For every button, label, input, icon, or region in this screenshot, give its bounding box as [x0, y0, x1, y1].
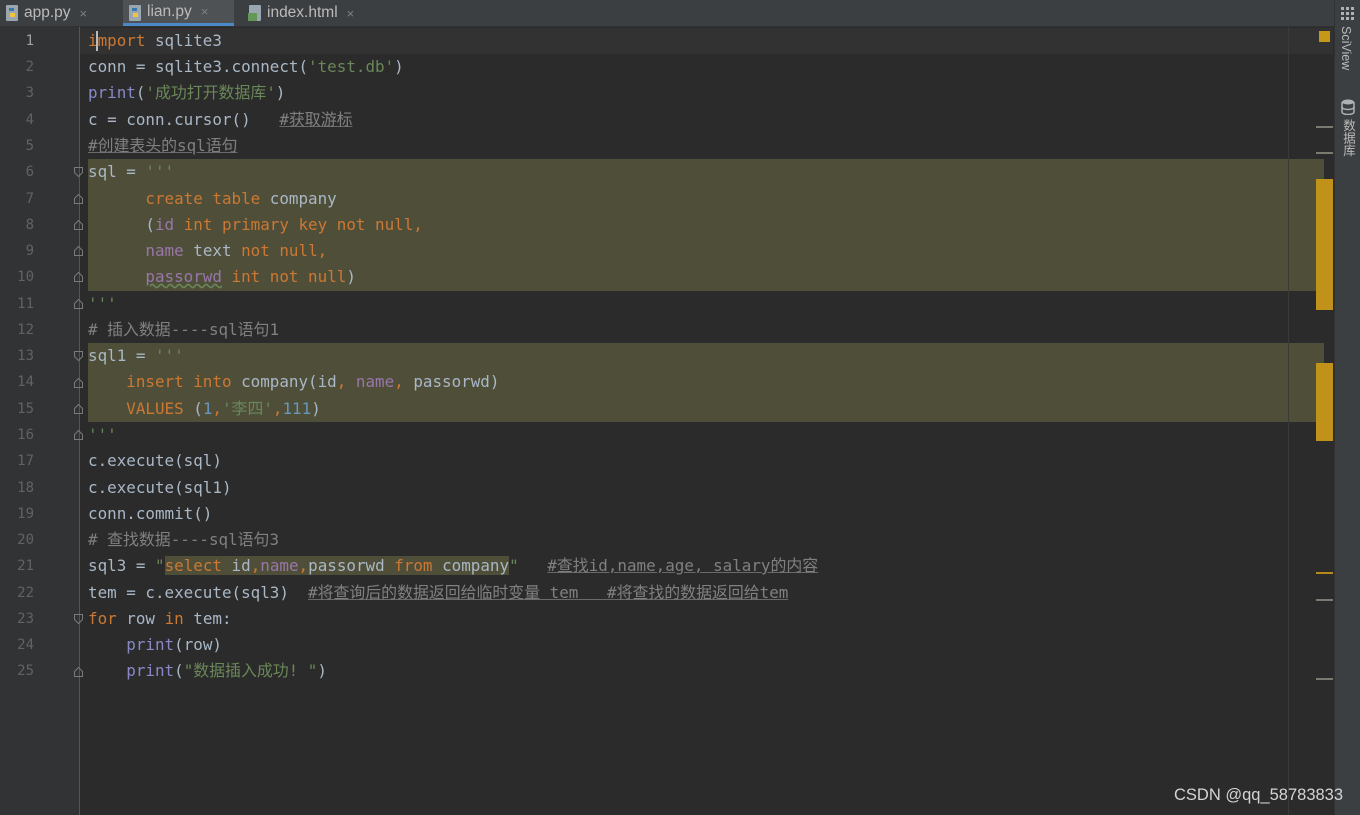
code-line-19: conn.commit() [88, 504, 213, 523]
line-number: 19 [17, 506, 34, 522]
right-tool-sidebar: SciView 数据库 [1334, 0, 1360, 815]
line-number: 7 [25, 191, 34, 207]
code-editor[interactable]: import sqlite3 conn = sqlite3.connect('t… [80, 27, 1333, 815]
right-margin-guide [1288, 27, 1289, 815]
code-line-7: create table company [88, 189, 337, 208]
code-line-12: # 插入数据----sql语句1 [88, 320, 280, 339]
code-line-22: tem = c.execute(sql3) #将查询后的数据返回给临时变量 te… [88, 583, 789, 602]
database-icon[interactable] [1341, 99, 1355, 115]
stripe-marker[interactable] [1316, 572, 1333, 574]
python-file-icon [127, 4, 143, 27]
tab-label: lian.py [147, 2, 192, 20]
stripe-marker[interactable] [1316, 179, 1333, 310]
code-line-3: print('成功打开数据库') [88, 83, 286, 102]
line-number: 14 [17, 374, 34, 390]
line-number: 20 [17, 532, 34, 548]
line-number: 3 [25, 85, 34, 101]
error-stripe[interactable] [1316, 27, 1333, 815]
code-line-25: print("数据插入成功! ") [126, 661, 327, 680]
tab-label: app.py [24, 4, 71, 21]
code-line-11: ''' [88, 294, 117, 313]
warning-indicator-icon[interactable] [1319, 31, 1330, 42]
line-number: 10 [17, 269, 34, 285]
line-number: 12 [17, 322, 34, 338]
tab-index-html[interactable]: index.html × [243, 0, 371, 26]
line-number: 5 [25, 138, 34, 154]
stripe-marker[interactable] [1316, 678, 1333, 680]
line-number: 2 [25, 59, 34, 75]
watermark: CSDN @qq_58783833 [1174, 786, 1344, 804]
code-line-14: insert into company(id, name, passorwd) [88, 372, 500, 391]
line-number: 9 [25, 243, 34, 259]
editor-tab-bar: app.py × lian.py × index.html × [0, 0, 1334, 27]
code-line-9: name text not null, [145, 241, 328, 260]
text-caret [96, 31, 98, 51]
html-file-icon [247, 4, 263, 27]
tab-app-py[interactable]: app.py × [0, 0, 122, 26]
python-file-icon [4, 4, 20, 27]
tab-lian-py[interactable]: lian.py × [123, 0, 234, 26]
line-number: 23 [17, 611, 34, 627]
line-number: 11 [17, 296, 34, 312]
code-line-21: sql3 = "select id,name,passorwd from com… [88, 556, 819, 575]
sciview-icon[interactable] [1341, 7, 1354, 20]
code-line-15: VALUES (1,'李四',111) [88, 399, 321, 418]
code-line-5: #创建表头的sql语句 [88, 136, 238, 155]
code-line-2: conn = sqlite3.connect('test.db') [88, 57, 404, 76]
code-line-1: import sqlite3 [88, 31, 222, 51]
stripe-marker[interactable] [1316, 152, 1333, 154]
code-line-20: # 查找数据----sql语句3 [88, 530, 280, 549]
code-line-8: (id int primary key not null, [88, 215, 423, 234]
code-line-16: ''' [88, 425, 117, 444]
current-line-highlight [80, 28, 1333, 54]
database-tool-button[interactable]: 数据库 [1339, 119, 1358, 157]
line-number: 15 [17, 401, 34, 417]
code-line-13: sql1 = ''' [88, 346, 184, 365]
stripe-marker[interactable] [1316, 126, 1333, 128]
line-number: 25 [17, 663, 34, 679]
code-line-6: sql = ''' [88, 162, 175, 181]
line-number: 18 [17, 480, 34, 496]
line-number: 22 [17, 585, 34, 601]
line-number: 13 [17, 348, 34, 364]
code-line-23: for row in tem: [88, 609, 232, 628]
code-line-17: c.execute(sql) [88, 451, 222, 470]
code-line-10: passorwd int not null) [145, 267, 356, 286]
code-line-18: c.execute(sql1) [88, 478, 232, 497]
stripe-marker[interactable] [1316, 599, 1333, 601]
close-icon[interactable]: × [80, 6, 88, 21]
line-number: 1 [25, 33, 34, 49]
line-number: 24 [17, 637, 34, 653]
line-number: 8 [25, 217, 34, 233]
line-number: 16 [17, 427, 34, 443]
close-icon[interactable]: × [201, 4, 209, 19]
line-number: 17 [17, 453, 34, 469]
code-line-24: print(row) [126, 635, 222, 654]
line-number-gutter: 1 2 3 4 5 6 7 8 9 10 11 12 13 14 15 16 1… [0, 27, 83, 815]
tab-label: index.html [267, 4, 338, 21]
stripe-marker[interactable] [1316, 363, 1333, 441]
sciview-tool-button[interactable]: SciView [1339, 26, 1353, 70]
line-number: 6 [25, 164, 34, 180]
code-line-4: c = conn.cursor() #获取游标 [88, 110, 353, 129]
line-number: 4 [25, 112, 34, 128]
close-icon[interactable]: × [347, 6, 355, 21]
line-number: 21 [17, 558, 34, 574]
